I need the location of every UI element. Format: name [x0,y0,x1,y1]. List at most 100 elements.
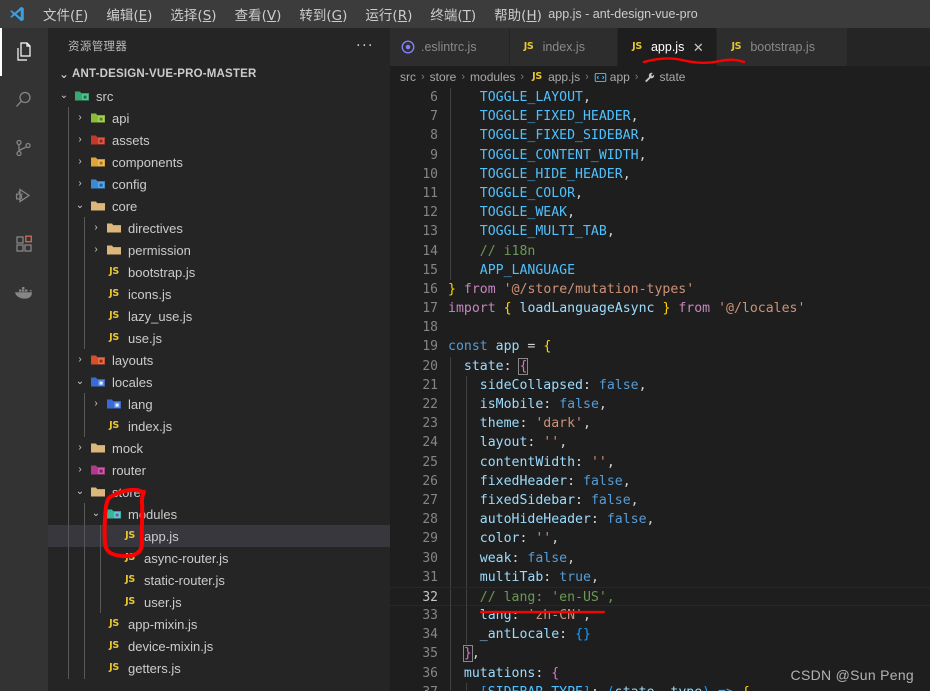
code-line[interactable]: 20 state: { [390,356,930,376]
code-line[interactable]: 28 autoHideHeader: false, [390,510,930,530]
file-tree[interactable]: ⌄ src › api › assets › components › config ⌄ core › d… [48,85,390,691]
tree-item-label: user.js [144,594,182,610]
code-line[interactable]: 12 TOGGLE_WEAK, [390,203,930,223]
code-line[interactable]: 27 fixedSidebar: false, [390,490,930,511]
tree-folder-src[interactable]: ⌄ src [48,85,390,107]
tree-file-app-js[interactable]: JS app.js [48,525,390,547]
code-token: TOGGLE_LAYOUT [479,90,583,105]
js-file-icon: JS [125,552,135,563]
tree-folder-directives[interactable]: › directives [48,217,390,239]
code-line[interactable]: 23 theme: 'dark', [390,414,930,434]
code-line[interactable]: 16} from '@/store/mutation-types' [390,280,930,299]
code-line[interactable]: 35 }, [390,644,930,664]
search-icon[interactable] [0,76,48,124]
code-line[interactable]: 29 color: '', [390,529,930,549]
tree-file-lazy-use-js[interactable]: JS lazy_use.js [48,305,390,327]
breadcrumb-item-store[interactable]: store [430,70,457,84]
code-line[interactable]: 24 layout: '', [390,433,930,453]
editor-tab-bar[interactable]: .eslintrc.js✕JSindex.js✕JSapp.js✕JSboots… [390,28,930,66]
code-line[interactable]: 22 isMobile: false, [390,395,930,415]
line-number: 35 [422,646,438,662]
tree-folder-mock[interactable]: › mock [48,437,390,459]
tree-indent-guide [68,305,69,327]
source-control-icon[interactable] [0,124,48,172]
editor-tab-index-js[interactable]: JSindex.js✕ [509,28,618,66]
code-line[interactable]: 10 TOGGLE_HIDE_HEADER, [390,164,930,184]
tree-folder-layouts[interactable]: › layouts [48,349,390,371]
code-line[interactable]: 14 // i18n [390,241,930,261]
editor-tab--eslintrc-js[interactable]: .eslintrc.js✕ [390,28,510,66]
tree-file-use-js[interactable]: JS use.js [48,327,390,349]
tree-file-user-js[interactable]: JS user.js [48,591,390,613]
code-line[interactable]: 30 weak: false, [390,548,930,568]
tree-folder-config[interactable]: › config [48,173,390,195]
tree-file-icons-js[interactable]: JS icons.js [48,283,390,305]
menu-run[interactable]: 运行(R) [356,1,421,27]
explorer-root-folder[interactable]: ⌄ ANT-DESIGN-VUE-PRO-MASTER [48,63,390,85]
tree-folder-lang[interactable]: › lang [48,393,390,415]
tree-file-bootstrap-js[interactable]: JS bootstrap.js [48,261,390,283]
code-line[interactable]: 25 contentWidth: '', [390,452,930,472]
tree-folder-store[interactable]: ⌄ store [48,481,390,503]
breadcrumb[interactable]: src › store › modules › JS app.js › app › state [390,66,930,88]
editor-tab-app-js[interactable]: JS app.js ✕ [617,28,718,66]
breadcrumb-item-modules[interactable]: modules [470,70,515,84]
tree-file-static-router-js[interactable]: JS static-router.js [48,569,390,591]
code-line[interactable]: 9 TOGGLE_CONTENT_WIDTH, [390,145,930,165]
code-line[interactable]: 34 _antLocale: {} [390,625,930,645]
code-editor[interactable]: 6 TOGGLE_LAYOUT, 7 TOGGLE_FIXED_HEADER, 8 … [390,88,930,691]
close-icon[interactable]: ✕ [690,41,706,54]
menu-selection[interactable]: 选择(S) [161,1,225,27]
tree-file-getters-js[interactable]: JS getters.js [48,657,390,679]
breadcrumb-item-src[interactable]: src [400,70,416,84]
extensions-icon[interactable] [0,220,48,268]
run-and-debug-icon[interactable] [0,172,48,220]
code-line[interactable]: 11 TOGGLE_COLOR, [390,183,930,204]
menu-view[interactable]: 查看(V) [226,1,291,27]
tree-file-async-router-js[interactable]: JS async-router.js [48,547,390,569]
tree-file-device-mixin-js[interactable]: JS device-mixin.js [48,635,390,657]
tree-folder-components[interactable]: › components [48,151,390,173]
breadcrumb-item-app-js[interactable]: JS app.js [529,66,580,88]
code-token: , [575,185,583,201]
tree-file-index-js[interactable]: JS index.js [48,415,390,437]
code-line[interactable]: 37 [SIDEBAR_TYPE]: (state, type) => { [390,682,930,691]
tree-folder-api[interactable]: › api [48,107,390,129]
tree-folder-assets[interactable]: › assets [48,129,390,151]
code-line[interactable]: 32 // lang: 'en-US', [390,586,930,608]
menu-file[interactable]: 文件(F) [34,1,97,27]
menu-bar[interactable]: 文件(F) 编辑(E) 选择(S) 查看(V) 转到(G) 运行(R) 终端(T… [34,1,551,27]
tree-indent-guide [84,393,85,415]
code-line[interactable]: 33 lang: 'zh-CN', [390,606,930,626]
explorer-icon[interactable] [0,28,48,76]
tree-folder-modules[interactable]: ⌄ modules [48,503,390,525]
code-line[interactable]: 15 APP_LANGUAGE [390,260,930,280]
code-line[interactable]: 17 import { loadLanguageAsync } from '@/l… [390,299,930,318]
code-line[interactable]: 26 fixedHeader: false, [390,471,930,491]
code-line[interactable]: 31 multiTab: true, [390,567,930,587]
code-line[interactable]: 13 TOGGLE_MULTI_TAB, [390,222,930,242]
menu-edit[interactable]: 编辑(E) [97,1,161,27]
explorer-more-actions-icon[interactable]: ··· [356,38,382,54]
tree-folder-router[interactable]: › router [48,459,390,481]
tree-folder-locales[interactable]: ⌄ locales [48,371,390,393]
menu-go[interactable]: 转到(G) [290,1,356,27]
menu-terminal[interactable]: 终端(T) [421,1,485,27]
docker-icon[interactable] [0,268,48,316]
folder-assets-icon [90,135,106,151]
code-token: ( [607,685,615,691]
tree-file-app-mixin-js[interactable]: JS app-mixin.js [48,613,390,635]
tree-folder-core[interactable]: ⌄ core [48,195,390,217]
code-line[interactable]: 8 TOGGLE_FIXED_SIDEBAR, [390,126,930,146]
code-line[interactable]: 7 TOGGLE_FIXED_HEADER, [390,107,930,127]
tree-folder-permission[interactable]: › permission [48,239,390,261]
breadcrumb-item-app[interactable]: app [594,70,630,84]
breadcrumb-item-state[interactable]: state [643,70,685,84]
menu-help[interactable]: 帮助(H) [485,1,551,27]
code-line[interactable]: 21 sideCollapsed: false, [390,375,930,395]
code-line[interactable]: 6 TOGGLE_LAYOUT, [390,88,930,108]
editor-tab-bootstrap-js[interactable]: JSbootstrap.js✕ [717,28,848,66]
code-line[interactable]: 19 const app = { [390,337,930,356]
code-line[interactable]: 18 [390,318,930,337]
tree-item-label: lang [128,396,153,412]
